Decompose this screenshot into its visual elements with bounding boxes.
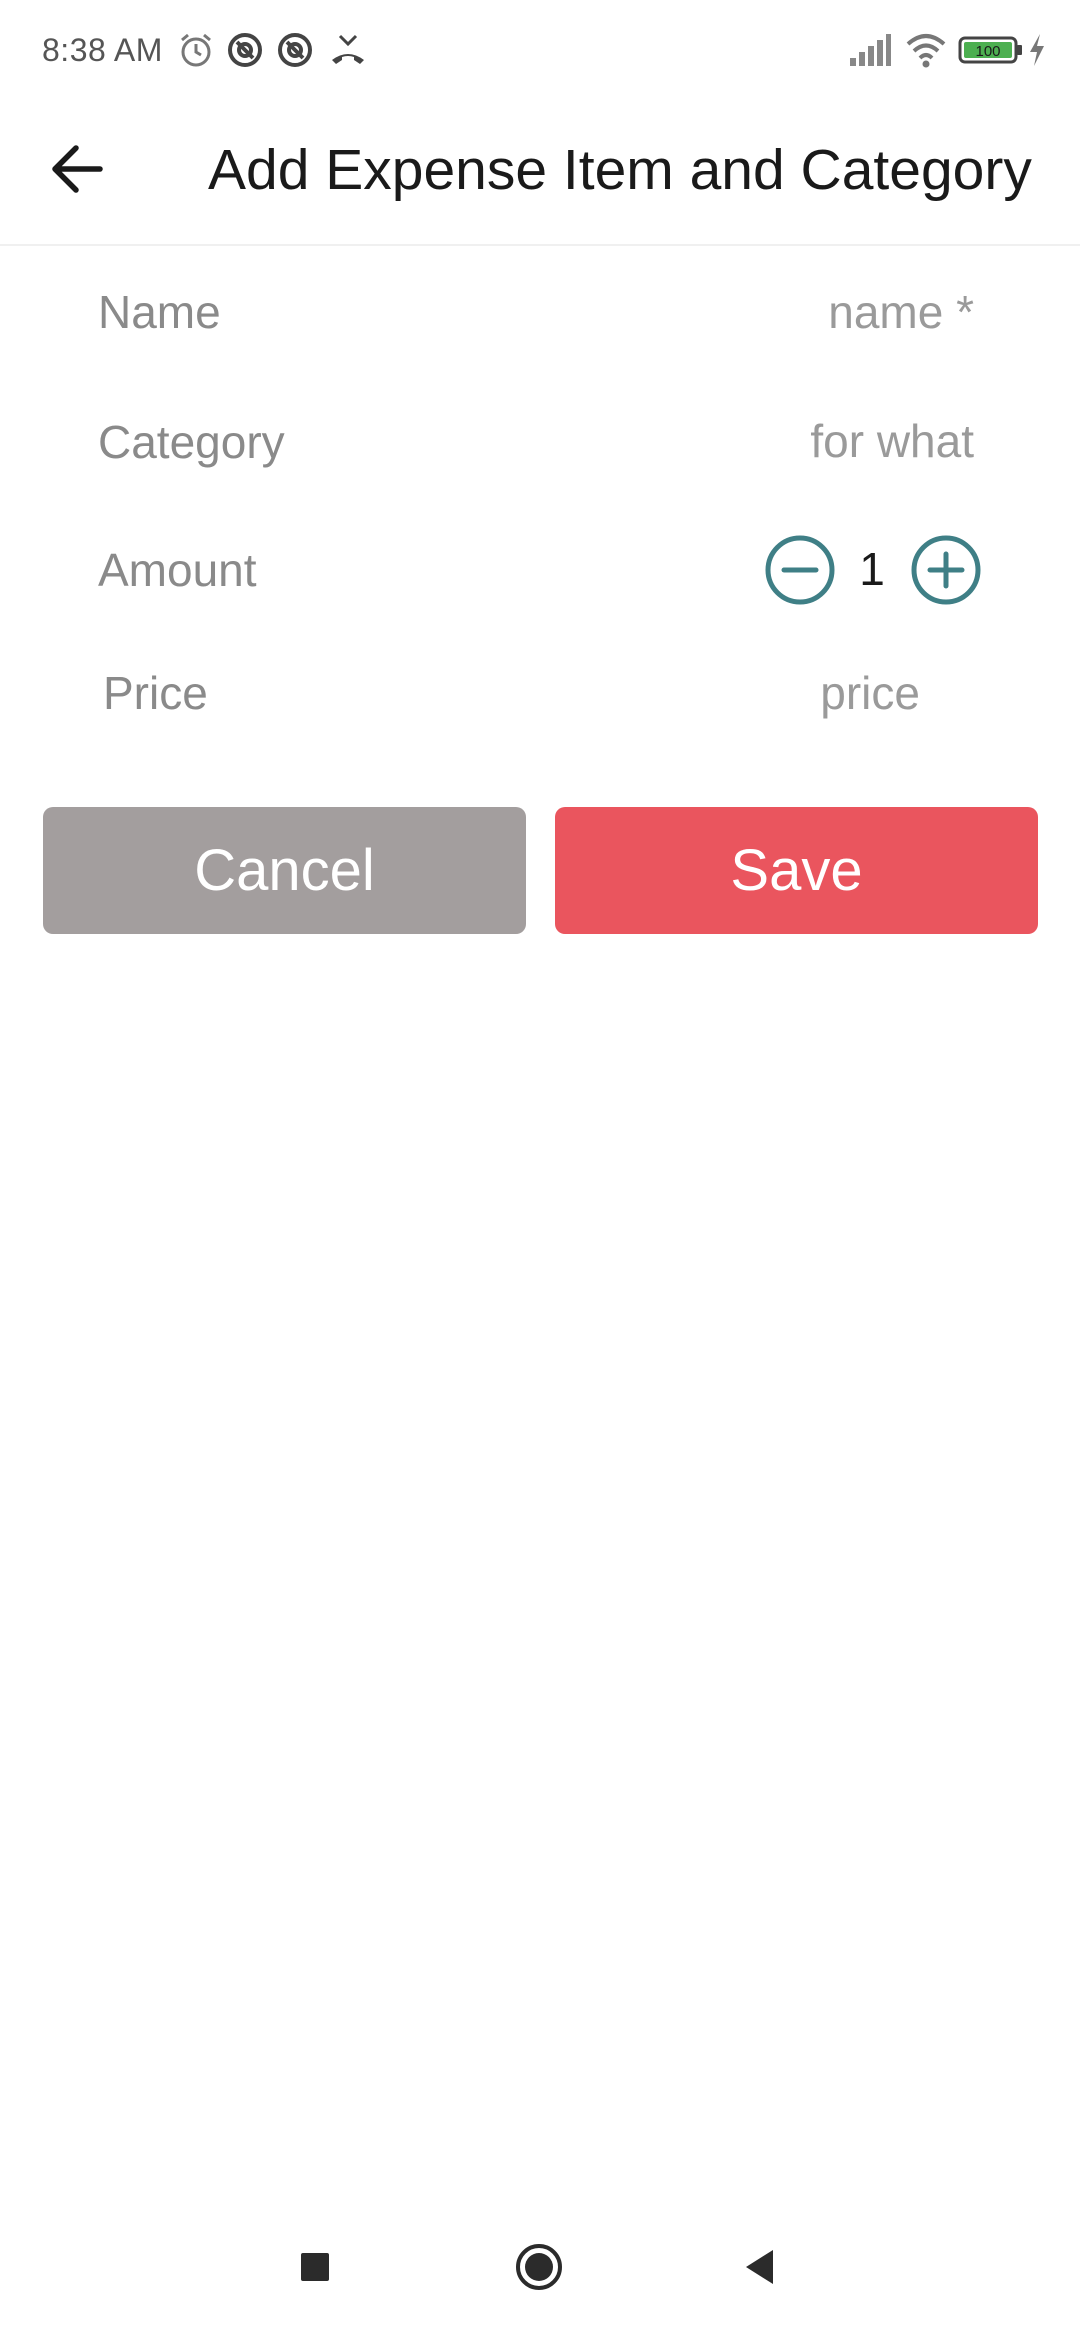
category-label: Category: [98, 416, 285, 468]
category-input[interactable]: [640, 411, 974, 471]
page-title: Add Expense Item and Category: [208, 138, 1032, 202]
screen: 8:38 AM 100 Add Expense Item and Categor…: [0, 0, 1080, 2340]
recents-square-icon: [301, 2253, 329, 2281]
wifi-icon: [904, 30, 948, 70]
name-input[interactable]: [640, 282, 974, 342]
signal-icon: [848, 30, 892, 70]
cancel-button[interactable]: Cancel: [43, 807, 526, 934]
name-label: Name: [98, 286, 221, 338]
minus-circle-icon: [765, 535, 835, 605]
data-saver-icon: [275, 30, 315, 70]
missed-call-icon: [328, 30, 368, 70]
home-circle-icon: [516, 2244, 562, 2290]
price-input[interactable]: [640, 663, 920, 723]
recents-button[interactable]: [290, 2242, 340, 2292]
alarm-icon: [176, 30, 216, 70]
price-label: Price: [103, 667, 208, 719]
increment-button[interactable]: [910, 534, 982, 606]
system-back-button[interactable]: [736, 2242, 786, 2292]
back-triangle-icon: [746, 2250, 773, 2284]
home-button[interactable]: [514, 2242, 564, 2292]
battery-icon: 100: [958, 30, 1024, 70]
app-bar: Add Expense Item and Category: [0, 100, 1080, 246]
charging-icon: [1026, 30, 1048, 70]
amount-value: 1: [859, 543, 885, 595]
plus-circle-icon: [911, 535, 981, 605]
save-button[interactable]: Save: [555, 807, 1038, 934]
amount-label: Amount: [98, 544, 257, 596]
status-time: 8:38 AM: [42, 32, 163, 68]
svg-text:100: 100: [975, 43, 1000, 60]
back-button[interactable]: [40, 132, 114, 206]
decrement-button[interactable]: [764, 534, 836, 606]
data-saver-icon: [225, 30, 265, 70]
status-bar: 8:38 AM 100: [0, 0, 1080, 100]
arrow-left-icon: [52, 145, 103, 193]
